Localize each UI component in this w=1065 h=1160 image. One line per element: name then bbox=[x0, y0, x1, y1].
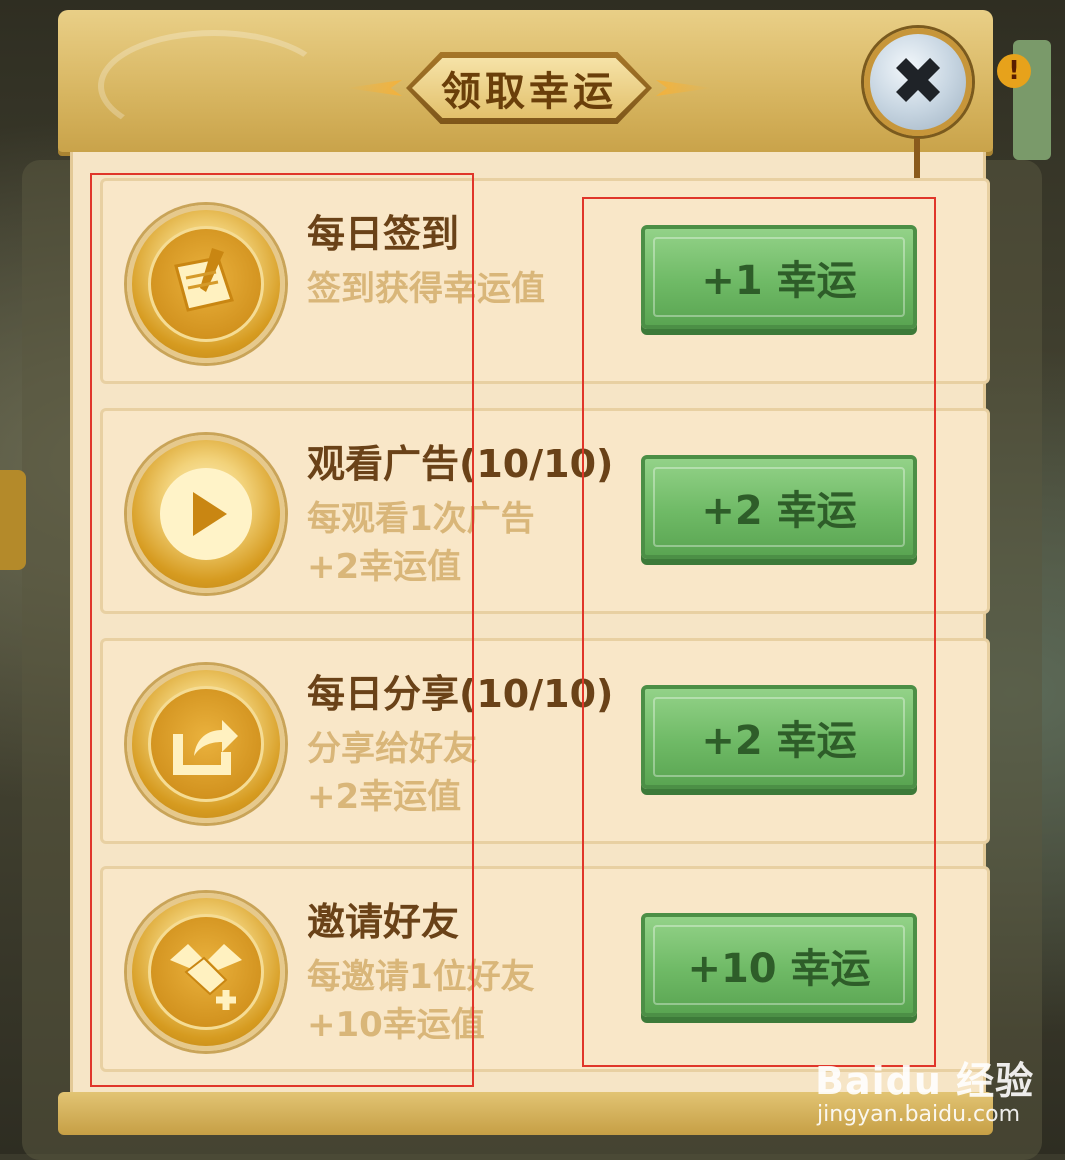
claim-luck-button-invite[interactable]: +10 幸运 bbox=[641, 913, 917, 1017]
handshake-icon-inner bbox=[148, 914, 264, 1030]
scroll-quill-icon bbox=[127, 205, 285, 363]
handshake-icon bbox=[127, 893, 285, 1051]
row-title: 邀请好友 bbox=[307, 900, 460, 944]
claim-luck-button-checkin[interactable]: +1 幸运 bbox=[641, 225, 917, 329]
row-title: 每日签到 bbox=[307, 212, 460, 256]
watermark-url: jingyan.baidu.com bbox=[817, 1102, 1021, 1127]
row-title: 观看广告(10/10) bbox=[307, 442, 614, 486]
scroll-quill-glyph bbox=[174, 248, 234, 312]
claim-luck-button-share[interactable]: +2 幸运 bbox=[641, 685, 917, 789]
luck-dialog: 领取幸运 ✖ 每日签到 签到获得幸运值 +1 幸运 观看广告(10/10) 每观… bbox=[58, 10, 993, 1135]
dialog-title: 领取幸运 bbox=[441, 69, 617, 115]
watermark-logo: Baidu 经验 bbox=[815, 1059, 1035, 1103]
title-banner: 领取幸运 bbox=[346, 52, 692, 124]
close-icon: ✖ bbox=[890, 43, 946, 120]
play-icon bbox=[127, 435, 285, 593]
alert-icon: ! bbox=[997, 54, 1031, 88]
share-icon-inner bbox=[148, 686, 264, 802]
row-description: 每观看1次广告 +2幸运值 bbox=[307, 499, 535, 587]
row-description: 签到获得幸运值 bbox=[307, 269, 545, 309]
close-button[interactable]: ✖ bbox=[864, 28, 972, 136]
row-description: 每邀请1位好友 +10幸运值 bbox=[307, 957, 535, 1045]
play-triangle bbox=[193, 492, 227, 536]
share-glyph bbox=[173, 720, 238, 775]
task-row-watch-ad: 观看广告(10/10) 每观看1次广告 +2幸运值 +2 幸运 bbox=[100, 408, 990, 614]
claim-luck-button-ad[interactable]: +2 幸运 bbox=[641, 455, 917, 559]
row-description: 分享给好友 +2幸运值 bbox=[307, 729, 477, 817]
task-row-daily-checkin: 每日签到 签到获得幸运值 +1 幸运 bbox=[100, 178, 990, 384]
play-icon-inner bbox=[160, 468, 252, 560]
handshake-glyph bbox=[170, 944, 242, 1010]
task-row-daily-share: 每日分享(10/10) 分享给好友 +2幸运值 +2 幸运 bbox=[100, 638, 990, 844]
scroll-quill-icon-inner bbox=[148, 226, 264, 342]
background-side-tab bbox=[0, 470, 26, 570]
baidu-watermark: Baidu 经验 jingyan.baidu.com bbox=[815, 1040, 1045, 1140]
row-title: 每日分享(10/10) bbox=[307, 672, 614, 716]
share-icon bbox=[127, 665, 285, 823]
